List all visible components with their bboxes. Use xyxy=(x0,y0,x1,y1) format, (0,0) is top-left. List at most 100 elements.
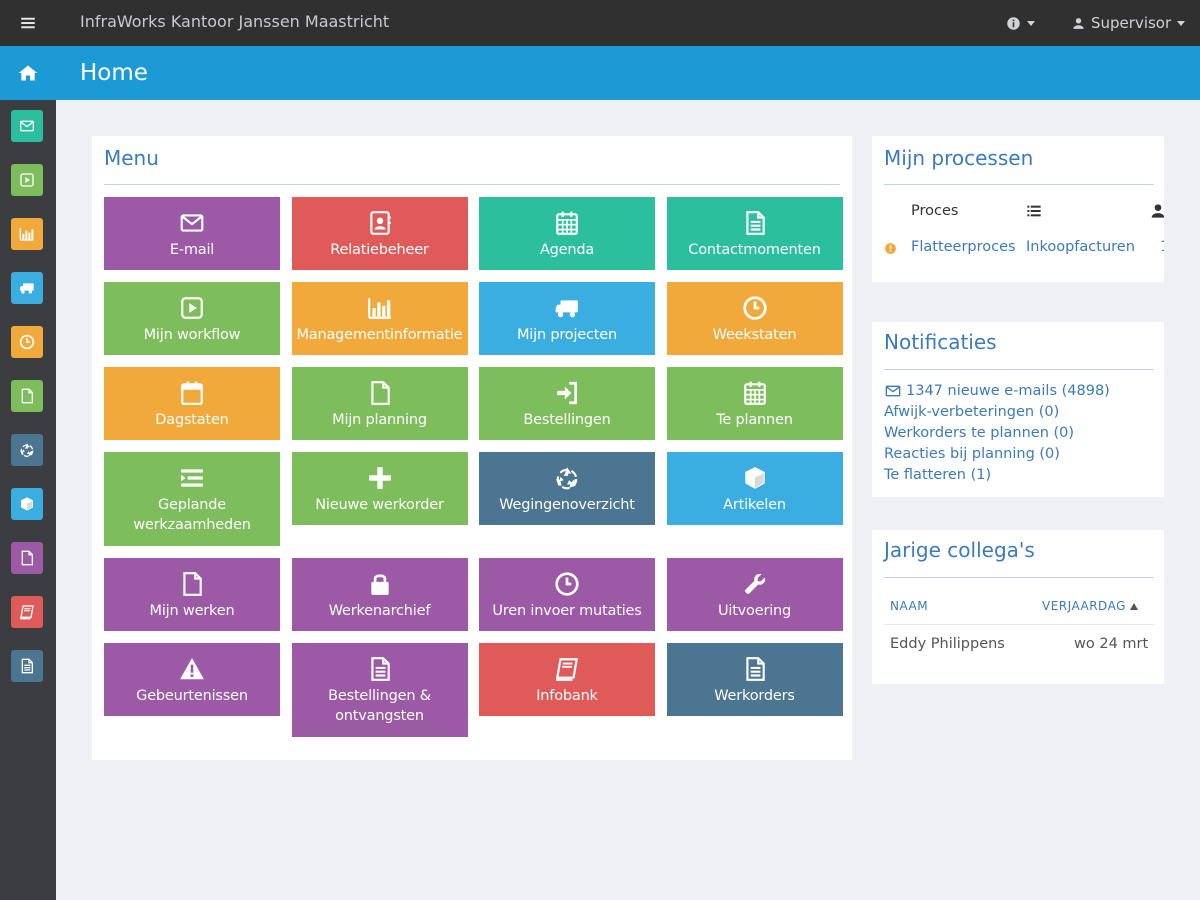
menu-tile-werkorders[interactable]: Werkorders xyxy=(666,643,843,716)
menu-tile-e-mail[interactable]: E-mail xyxy=(104,197,280,270)
tile-icon-wrapper xyxy=(554,379,580,407)
menu-tile-bestellingen-ontvangsten[interactable]: Bestellingen & ontvangsten xyxy=(291,643,468,737)
tile-icon-wrapper xyxy=(742,379,768,407)
calendar-blank-icon xyxy=(179,380,205,406)
user-icon[interactable] xyxy=(1150,203,1164,219)
user-menu-button[interactable]: Supervisor xyxy=(1072,0,1186,46)
menu-tile-wegingenoverzicht[interactable]: Wegingenoverzicht xyxy=(479,452,655,525)
notifications-panel-title: Notificaties xyxy=(884,330,997,354)
birthdays-panel: Jarige collega's NAAM VERJAARDAG Eddy Ph… xyxy=(872,530,1164,684)
chevron-down-icon xyxy=(1177,20,1186,26)
sidebar-item-file[interactable] xyxy=(11,380,43,412)
menu-tile-mijn-planning[interactable]: Mijn planning xyxy=(291,367,468,440)
menu-tile-bestellingen[interactable]: Bestellingen xyxy=(479,367,655,440)
notification-item[interactable]: Reacties bij planning (0) xyxy=(884,446,1060,462)
menu-tile-artikelen[interactable]: Artikelen xyxy=(666,452,843,525)
sidebar-item-file-text[interactable] xyxy=(11,650,43,682)
divider xyxy=(884,184,1154,185)
tile-label: Dagstaten xyxy=(155,412,229,428)
tile-icon-wrapper xyxy=(742,209,768,237)
tile-icon-wrapper xyxy=(179,294,205,322)
notification-label: 1347 nieuwe e-mails (4898) xyxy=(906,383,1110,399)
menu-tile-managementinformatie[interactable]: Managementinformatie xyxy=(291,282,468,355)
menu-tile-geplande-werkzaamheden[interactable]: Geplande werkzaamheden xyxy=(104,452,280,546)
bar-chart-icon xyxy=(367,295,393,321)
tile-icon-wrapper xyxy=(742,570,768,598)
menu-tile-mijn-projecten[interactable]: Mijn projecten xyxy=(479,282,655,355)
divider xyxy=(104,184,840,185)
menu-tile-agenda[interactable]: Agenda xyxy=(479,197,655,270)
sidebar-item-recycle[interactable] xyxy=(11,434,43,466)
sidebar-item-truck[interactable] xyxy=(11,272,43,304)
menu-tile-te-plannen[interactable]: Te plannen xyxy=(666,367,843,440)
notification-item[interactable]: Afwijk-verbeteringen (0) xyxy=(884,404,1059,420)
sort-ascending-icon xyxy=(1129,602,1138,610)
book-icon xyxy=(19,604,35,620)
menu-tile-gebeurtenissen[interactable]: Gebeurtenissen xyxy=(104,643,280,716)
menu-tile-contactmomenten[interactable]: Contactmomenten xyxy=(666,197,843,270)
tile-icon-wrapper xyxy=(367,464,393,492)
file-icon xyxy=(179,571,205,597)
envelope-icon xyxy=(19,118,35,134)
tile-label: Gebeurtenissen xyxy=(136,688,248,704)
tile-icon-wrapper xyxy=(367,655,393,683)
sidebar-item-envelope[interactable] xyxy=(11,110,43,142)
tile-icon-wrapper xyxy=(179,379,205,407)
menu-tile-nieuwe-werkorder[interactable]: Nieuwe werkorder xyxy=(291,452,468,525)
menu-tile-werkenarchief[interactable]: Werkenarchief xyxy=(291,558,468,631)
tile-label: Artikelen xyxy=(723,497,786,513)
column-header-name[interactable]: NAAM xyxy=(890,599,928,613)
sidebar-item-file[interactable] xyxy=(11,542,43,574)
hamburger-menu-button[interactable] xyxy=(0,0,56,46)
menu-tile-uren-invoer-mutaties[interactable]: Uren invoer mutaties xyxy=(479,558,655,631)
list-icon[interactable] xyxy=(1026,203,1042,219)
column-header-label: VERJAARDAG xyxy=(1042,599,1126,613)
tile-icon-wrapper xyxy=(742,655,768,683)
clock-icon xyxy=(554,571,580,597)
column-header-birthday[interactable]: VERJAARDAG xyxy=(1042,599,1138,613)
notification-item[interactable]: Werkorders te plannen (0) xyxy=(884,425,1074,441)
truck-icon xyxy=(19,280,35,296)
sidebar-item-cube[interactable] xyxy=(11,488,43,520)
file-text-icon xyxy=(19,658,35,674)
tile-label: Uitvoering xyxy=(717,603,792,619)
menu-tile-dagstaten[interactable]: Dagstaten xyxy=(104,367,280,440)
tile-icon-wrapper xyxy=(554,570,580,598)
menu-tile-mijn-werken[interactable]: Mijn werken xyxy=(104,558,280,631)
tile-label: Bestellingen xyxy=(523,412,611,428)
menu-tile-mijn-workflow[interactable]: Mijn workflow xyxy=(104,282,280,355)
tile-icon-wrapper xyxy=(554,209,580,237)
sidebar-item-play[interactable] xyxy=(11,164,43,196)
tile-label: Werkorders xyxy=(714,688,795,704)
file-icon xyxy=(367,380,393,406)
menu-tile-infobank[interactable]: Infobank xyxy=(479,643,655,716)
sidebar-item-bar-chart[interactable] xyxy=(11,218,43,250)
lock-icon xyxy=(367,571,393,597)
process-name-link[interactable]: Flatteerproces xyxy=(911,239,1016,255)
chevron-down-icon xyxy=(1027,20,1035,26)
divider xyxy=(884,577,1154,578)
column-header-proces[interactable]: Proces xyxy=(911,203,958,219)
file-text-icon xyxy=(742,210,768,236)
tile-label: Bestellingen & ontvangsten xyxy=(328,688,431,724)
notification-item[interactable]: Te flatteren (1) xyxy=(884,467,991,483)
menu-panel-title: Menu xyxy=(104,146,159,170)
menu-tile-relatiebeheer[interactable]: Relatiebeheer xyxy=(291,197,468,270)
process-count[interactable]: 1 xyxy=(1160,239,1164,255)
sign-in-icon xyxy=(554,380,580,406)
calendar-icon xyxy=(554,210,580,236)
process-type[interactable]: Inkoopfacturen xyxy=(1026,239,1135,255)
sidebar-item-clock[interactable] xyxy=(11,326,43,358)
info-menu-button[interactable] xyxy=(1006,0,1035,46)
tile-label: Agenda xyxy=(539,242,595,258)
tile-icon-wrapper xyxy=(367,379,393,407)
tile-label: Relatiebeheer xyxy=(330,242,429,258)
clock-icon xyxy=(19,334,35,350)
menu-tile-uitvoering[interactable]: Uitvoering xyxy=(666,558,843,631)
notification-emails[interactable]: 1347 nieuwe e-mails (4898) xyxy=(884,383,1110,399)
sidebar-item-book[interactable] xyxy=(11,596,43,628)
home-button[interactable] xyxy=(0,46,56,100)
user-icon xyxy=(1072,17,1085,30)
sidebar xyxy=(0,100,56,900)
menu-tile-weekstaten[interactable]: Weekstaten xyxy=(666,282,843,355)
